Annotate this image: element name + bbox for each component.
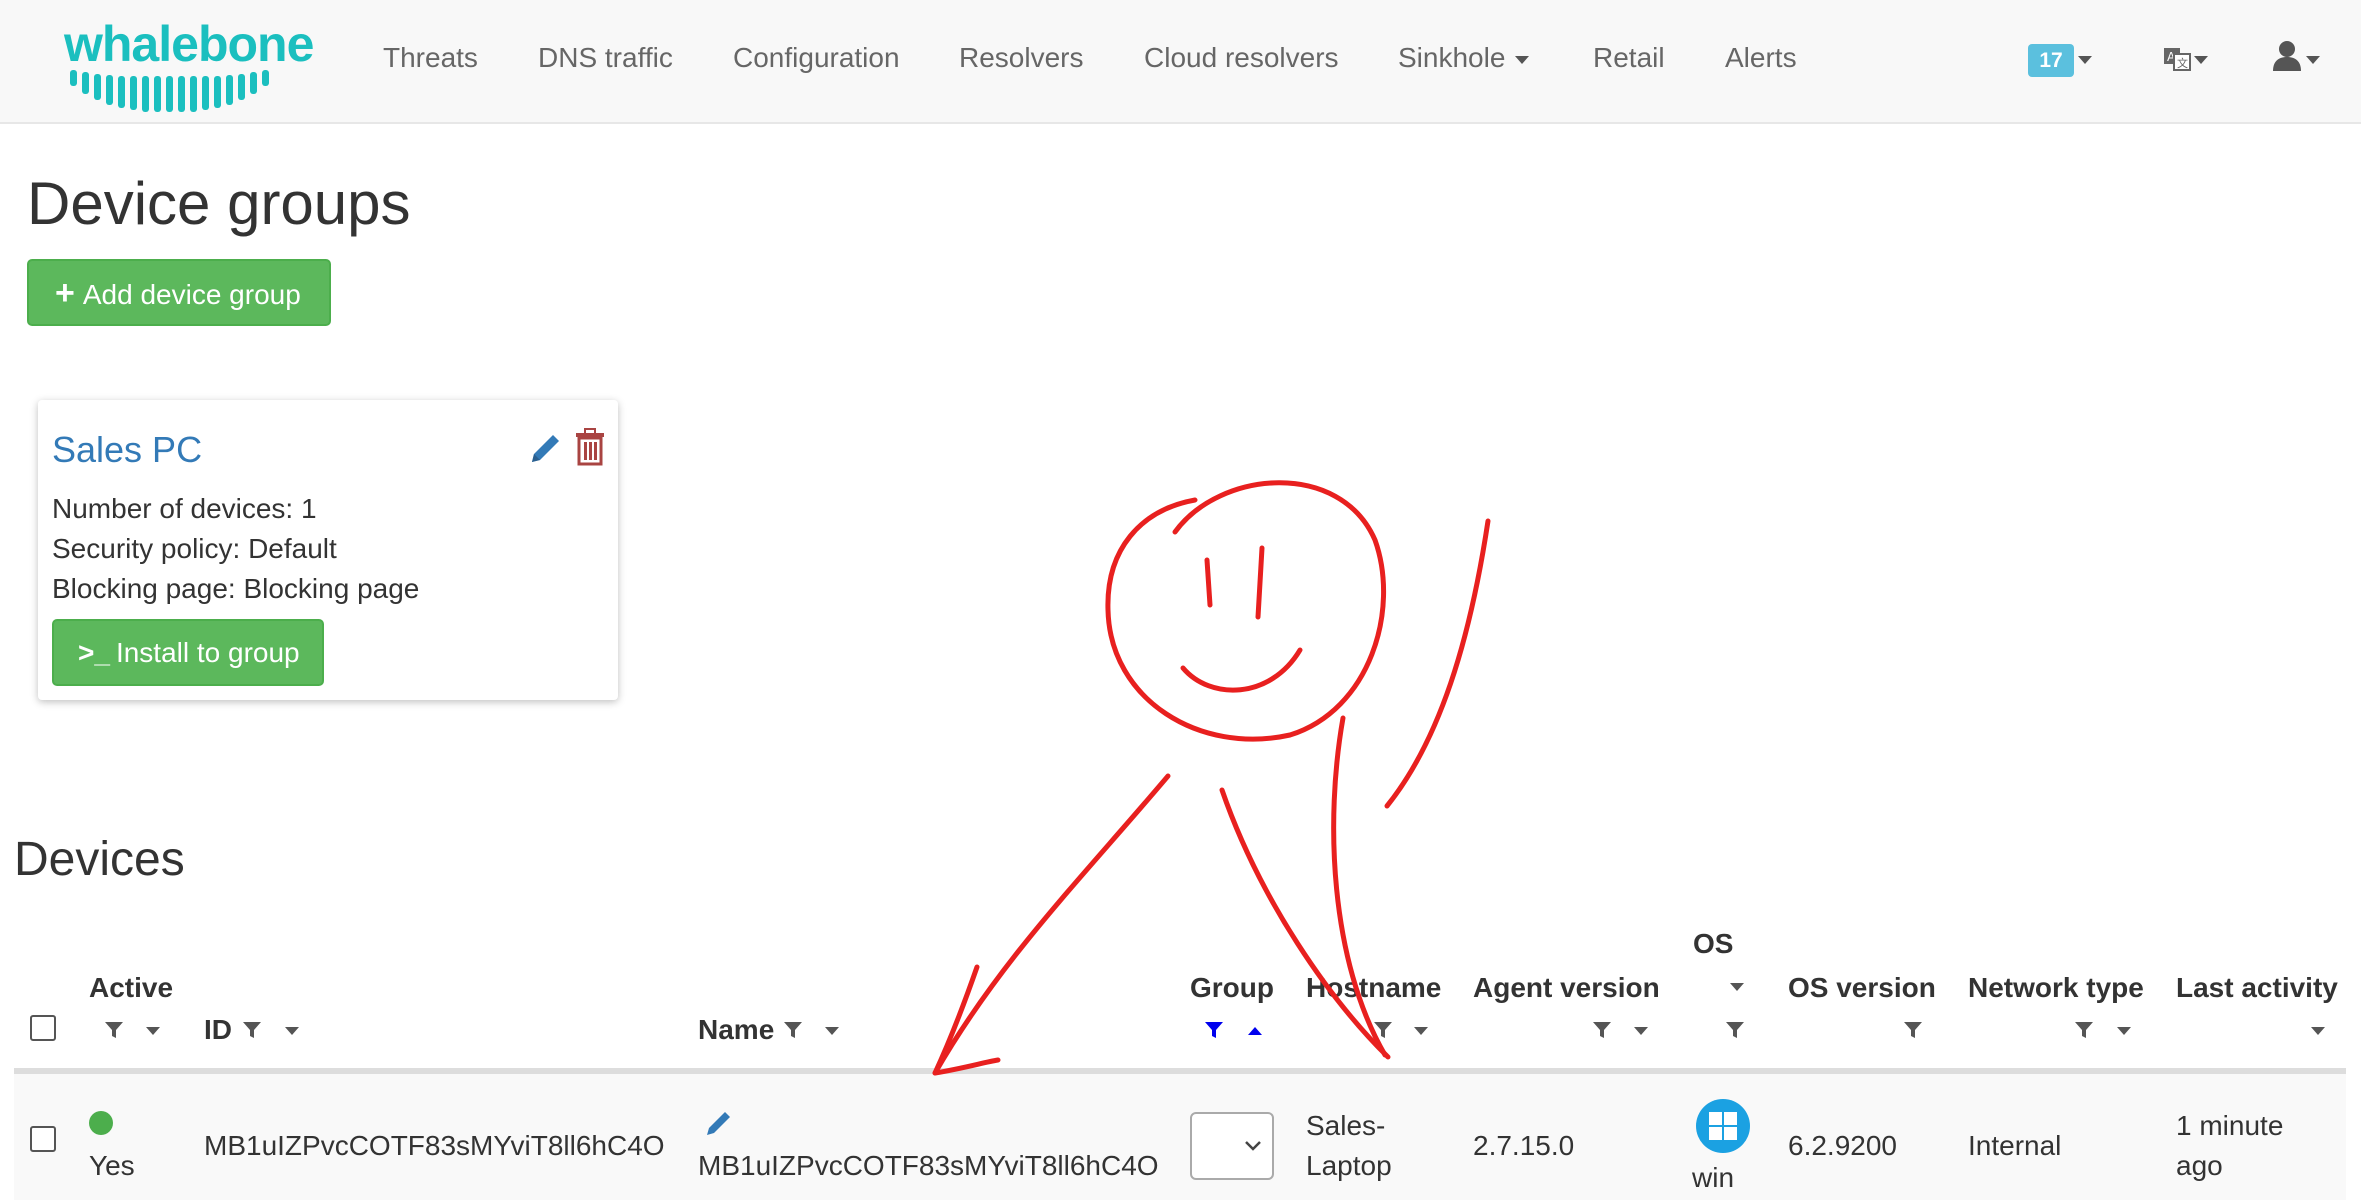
- user-icon[interactable]: [2272, 40, 2302, 72]
- group-card-title[interactable]: Sales PC: [52, 428, 202, 472]
- cell-agent-version: 2.7.15.0: [1473, 1130, 1575, 1161]
- group-device-count: Number of devices: 1: [52, 493, 317, 524]
- filter-icon[interactable]: [1592, 1020, 1612, 1040]
- chevron-down-icon: [1245, 1141, 1261, 1151]
- logo-text: whalebone: [64, 16, 314, 72]
- svg-text:文: 文: [2177, 56, 2188, 70]
- row-select-checkbox[interactable]: [30, 1126, 56, 1152]
- edit-name-pencil-icon[interactable]: [704, 1108, 734, 1138]
- cell-hostname-line1: Sales-: [1306, 1110, 1386, 1141]
- cell-name: MB1uIZPvcCOTF83sMYviT8ll6hC4O: [698, 1150, 1159, 1181]
- cell-os-version: 6.2.9200: [1788, 1130, 1897, 1161]
- col-group-header[interactable]: Group: [1190, 971, 1274, 1005]
- sort-caret-icon[interactable]: [2311, 1027, 2325, 1035]
- pencil-icon[interactable]: [528, 430, 564, 466]
- top-navbar: whalebone Threats DNS traffic Configurat…: [0, 0, 2361, 124]
- filter-icon[interactable]: [783, 1020, 803, 1040]
- group-select[interactable]: [1190, 1112, 1274, 1180]
- cell-id: MB1uIZPvcCOTF83sMYviT8ll6hC4O: [204, 1130, 665, 1161]
- sort-caret-icon[interactable]: [285, 1027, 299, 1035]
- trash-icon[interactable]: [574, 428, 606, 466]
- active-status-dot: [89, 1111, 113, 1135]
- devices-title: Devices: [14, 833, 185, 886]
- col-hostname-header[interactable]: Hostname: [1306, 971, 1441, 1005]
- language-icon[interactable]: A 文: [2162, 44, 2192, 74]
- install-to-group-label: Install to group: [115, 637, 300, 668]
- nav-alerts[interactable]: Alerts: [1725, 40, 1797, 76]
- sort-caret-icon[interactable]: [1634, 1027, 1648, 1035]
- filter-active-icon[interactable]: [1204, 1020, 1224, 1040]
- filter-icon[interactable]: [242, 1020, 262, 1040]
- windows-icon: [1696, 1099, 1750, 1153]
- filter-icon[interactable]: [1903, 1020, 1923, 1040]
- group-blocking-page: Blocking page: Blocking page: [52, 573, 420, 604]
- whalebone-logo[interactable]: whalebone: [60, 14, 314, 112]
- nav-retail[interactable]: Retail: [1593, 40, 1665, 76]
- group-security-policy: Security policy: Default: [52, 533, 337, 564]
- chevron-down-icon[interactable]: [2306, 56, 2320, 64]
- select-all-checkbox[interactable]: [30, 1015, 56, 1041]
- notification-badge[interactable]: 17: [2028, 44, 2074, 77]
- sort-caret-icon[interactable]: [146, 1027, 160, 1035]
- col-id-header[interactable]: ID: [204, 1013, 232, 1047]
- add-device-group-button[interactable]: + Add device group: [27, 259, 331, 326]
- col-agent-version-header[interactable]: Agent version: [1473, 971, 1660, 1005]
- cell-active: Yes: [89, 1150, 135, 1181]
- chevron-down-icon: [1515, 55, 1530, 64]
- filter-icon[interactable]: [1725, 1020, 1745, 1040]
- sort-caret-icon[interactable]: [1414, 1027, 1428, 1035]
- cell-hostname-line2: Laptop: [1306, 1150, 1392, 1181]
- nav-configuration[interactable]: Configuration: [733, 40, 900, 76]
- cell-last-activity-line2: ago: [2176, 1150, 2223, 1181]
- cell-last-activity-line1: 1 minute: [2176, 1110, 2284, 1141]
- nav-sinkhole-dropdown[interactable]: Sinkhole: [1398, 40, 1530, 76]
- nav-resolvers[interactable]: Resolvers: [959, 40, 1083, 76]
- chevron-down-icon[interactable]: [2078, 56, 2092, 64]
- add-device-group-label: Add device group: [82, 279, 301, 310]
- chevron-down-icon[interactable]: [2194, 56, 2208, 64]
- sort-caret-icon[interactable]: [2117, 1027, 2131, 1035]
- sort-caret-icon[interactable]: [825, 1027, 839, 1035]
- nav-sinkhole-label: Sinkhole: [1398, 42, 1506, 73]
- nav-dns-traffic[interactable]: DNS traffic: [538, 40, 673, 76]
- col-network-type-header[interactable]: Network type: [1968, 971, 2144, 1005]
- logo-baleen-graphic: [70, 70, 269, 112]
- sort-ascending-icon[interactable]: [1248, 1027, 1262, 1035]
- cell-network-type: Internal: [1968, 1130, 2062, 1161]
- sort-caret-icon[interactable]: [1730, 983, 1744, 991]
- col-name-header[interactable]: Name: [698, 1013, 774, 1047]
- filter-icon[interactable]: [2074, 1020, 2094, 1040]
- col-last-activity-header[interactable]: Last activity: [2176, 971, 2338, 1005]
- col-active-header[interactable]: Active: [89, 971, 173, 1005]
- nav-cloud-resolvers[interactable]: Cloud resolvers: [1144, 40, 1339, 76]
- col-os-version-header[interactable]: OS version: [1788, 971, 1936, 1005]
- install-to-group-button[interactable]: >_ Install to group: [52, 619, 324, 686]
- windows-logo-glyph: [1709, 1112, 1737, 1140]
- col-os-header[interactable]: OS: [1693, 927, 1733, 961]
- nav-threats[interactable]: Threats: [383, 40, 478, 76]
- cell-os: win: [1692, 1162, 1735, 1193]
- filter-icon[interactable]: [104, 1020, 124, 1040]
- filter-icon[interactable]: [1373, 1020, 1393, 1040]
- terminal-icon: >_: [78, 637, 110, 668]
- page-title: Device groups: [27, 170, 411, 237]
- plus-icon: +: [55, 274, 75, 312]
